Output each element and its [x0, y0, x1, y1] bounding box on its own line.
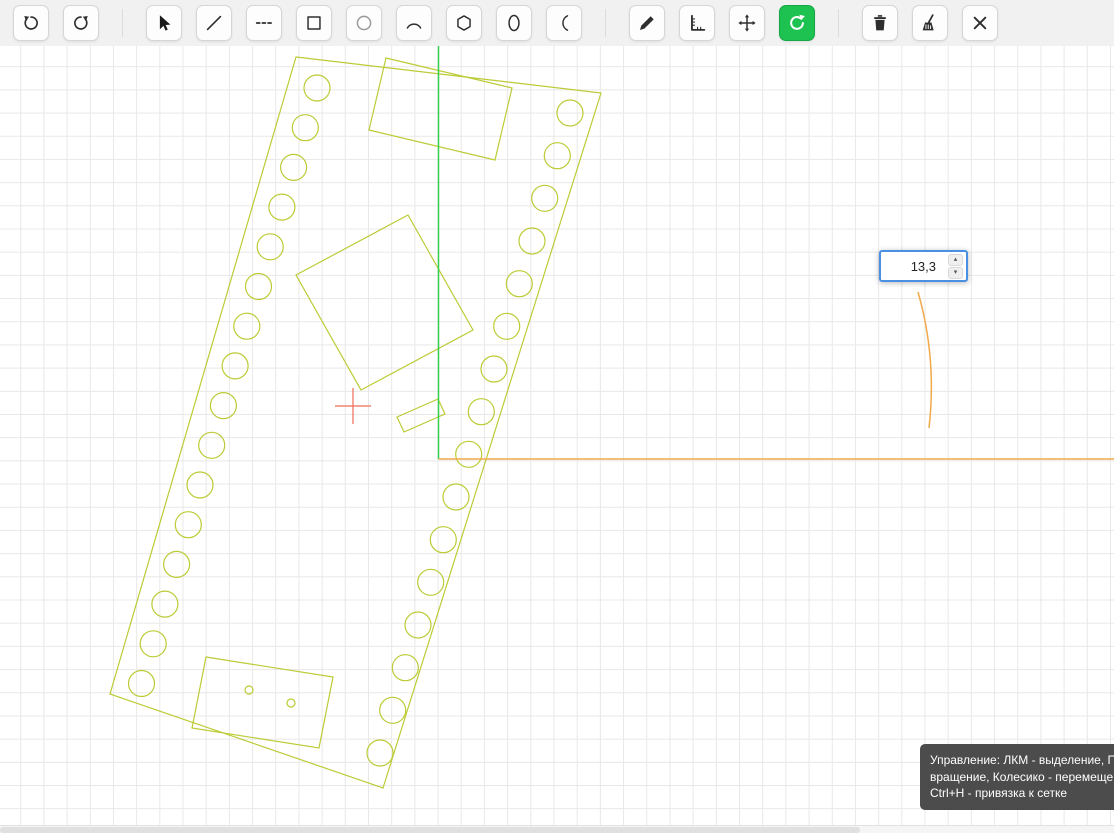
pin-holes-left[interactable]	[129, 75, 331, 697]
toolbar-separator	[122, 9, 123, 37]
line-icon	[203, 12, 225, 34]
pin-hole	[405, 612, 431, 638]
pin-hole	[456, 441, 482, 467]
pin-hole	[494, 313, 520, 339]
horizontal-scrollbar[interactable]	[0, 825, 1114, 833]
trash-icon	[869, 12, 891, 34]
pin-hole	[506, 271, 532, 297]
pin-hole	[367, 740, 393, 766]
pcb-chip-shape[interactable]	[296, 215, 473, 390]
cursor-crosshair	[335, 388, 371, 424]
rectangle-icon	[303, 12, 325, 34]
ellipse-icon	[503, 12, 525, 34]
toolbar-separator	[838, 9, 839, 37]
pin-hole	[269, 194, 295, 220]
tooltip-line: вращение, Колесико - перемеще	[930, 769, 1114, 786]
pin-hole	[164, 551, 190, 577]
measurement-arc[interactable]	[918, 292, 931, 428]
ruler-icon	[686, 12, 708, 34]
scrollbar-thumb[interactable]	[0, 827, 860, 833]
pin-hole	[222, 353, 248, 379]
move-icon	[736, 12, 758, 34]
arc-tool-button[interactable]	[396, 5, 432, 41]
curve-tool-button[interactable]	[546, 5, 582, 41]
close-button[interactable]	[962, 5, 998, 41]
refresh-icon	[786, 12, 808, 34]
dimension-value: 13,3	[911, 259, 936, 274]
pin-hole	[392, 655, 418, 681]
pin-hole	[544, 143, 570, 169]
cursor-icon	[153, 12, 175, 34]
close-icon	[969, 12, 991, 34]
toolbar-separator	[605, 9, 606, 37]
circle-icon	[353, 12, 375, 34]
pin-hole	[430, 527, 456, 553]
number-spinner: ▴ ▾	[948, 254, 963, 279]
drawing-canvas[interactable]: 13,3 ▴ ▾ Управление: ЛКМ - выделение, П …	[0, 46, 1114, 825]
undo-icon	[20, 12, 42, 34]
ruler-tool-button[interactable]	[679, 5, 715, 41]
spinner-down-button[interactable]: ▾	[948, 267, 963, 279]
dashed-line-icon	[253, 12, 275, 34]
spinner-up-button[interactable]: ▴	[948, 254, 963, 266]
controls-tooltip: Управление: ЛКМ - выделение, П вращение,…	[920, 744, 1114, 810]
pin-hole	[234, 313, 260, 339]
undo-button[interactable]	[13, 5, 49, 41]
polygon-icon	[453, 12, 475, 34]
move-tool-button[interactable]	[729, 5, 765, 41]
toolbar	[0, 0, 1114, 46]
pin-hole	[281, 154, 307, 180]
pin-hole	[187, 472, 213, 498]
redo-button[interactable]	[63, 5, 99, 41]
pin-hole	[129, 671, 155, 697]
tooltip-line: Ctrl+H - привязка к сетке	[930, 785, 1114, 802]
pcb-board-outline[interactable]	[110, 57, 601, 788]
pcb-module-shape[interactable]	[192, 657, 333, 748]
line-tool-button[interactable]	[196, 5, 232, 41]
broom-icon	[919, 12, 941, 34]
pin-hole	[292, 115, 318, 141]
pcb-connector-shape[interactable]	[369, 58, 512, 160]
pencil-tool-button[interactable]	[629, 5, 665, 41]
circle-tool-button[interactable]	[346, 5, 382, 41]
pin-hole	[140, 631, 166, 657]
drawing-layer	[0, 46, 1114, 825]
clear-all-button[interactable]	[912, 5, 948, 41]
dimension-input[interactable]: 13,3 ▴ ▾	[879, 250, 968, 282]
pencil-icon	[636, 12, 658, 34]
pin-hole	[380, 697, 406, 723]
pin-hole	[246, 274, 272, 300]
arc-icon	[403, 12, 425, 34]
mount-hole	[287, 699, 295, 707]
ellipse-tool-button[interactable]	[496, 5, 532, 41]
polygon-tool-button[interactable]	[446, 5, 482, 41]
pin-hole	[175, 512, 201, 538]
mount-hole	[245, 686, 253, 694]
pin-hole	[481, 356, 507, 382]
select-tool-button[interactable]	[146, 5, 182, 41]
pin-hole	[304, 75, 330, 101]
rectangle-tool-button[interactable]	[296, 5, 332, 41]
tooltip-line: Управление: ЛКМ - выделение, П	[930, 752, 1114, 769]
pin-hole	[468, 399, 494, 425]
pin-hole	[557, 100, 583, 126]
pin-hole	[443, 484, 469, 510]
redo-icon	[70, 12, 92, 34]
pin-holes-right[interactable]	[367, 100, 583, 766]
pin-hole	[199, 432, 225, 458]
pin-hole	[257, 234, 283, 260]
curve-icon	[553, 12, 575, 34]
dashed-line-tool-button[interactable]	[246, 5, 282, 41]
refresh-button[interactable]	[779, 5, 815, 41]
pin-hole	[532, 185, 558, 211]
pin-hole	[519, 228, 545, 254]
pin-hole	[210, 393, 236, 419]
delete-button[interactable]	[862, 5, 898, 41]
pin-hole	[152, 591, 178, 617]
pin-hole	[418, 569, 444, 595]
